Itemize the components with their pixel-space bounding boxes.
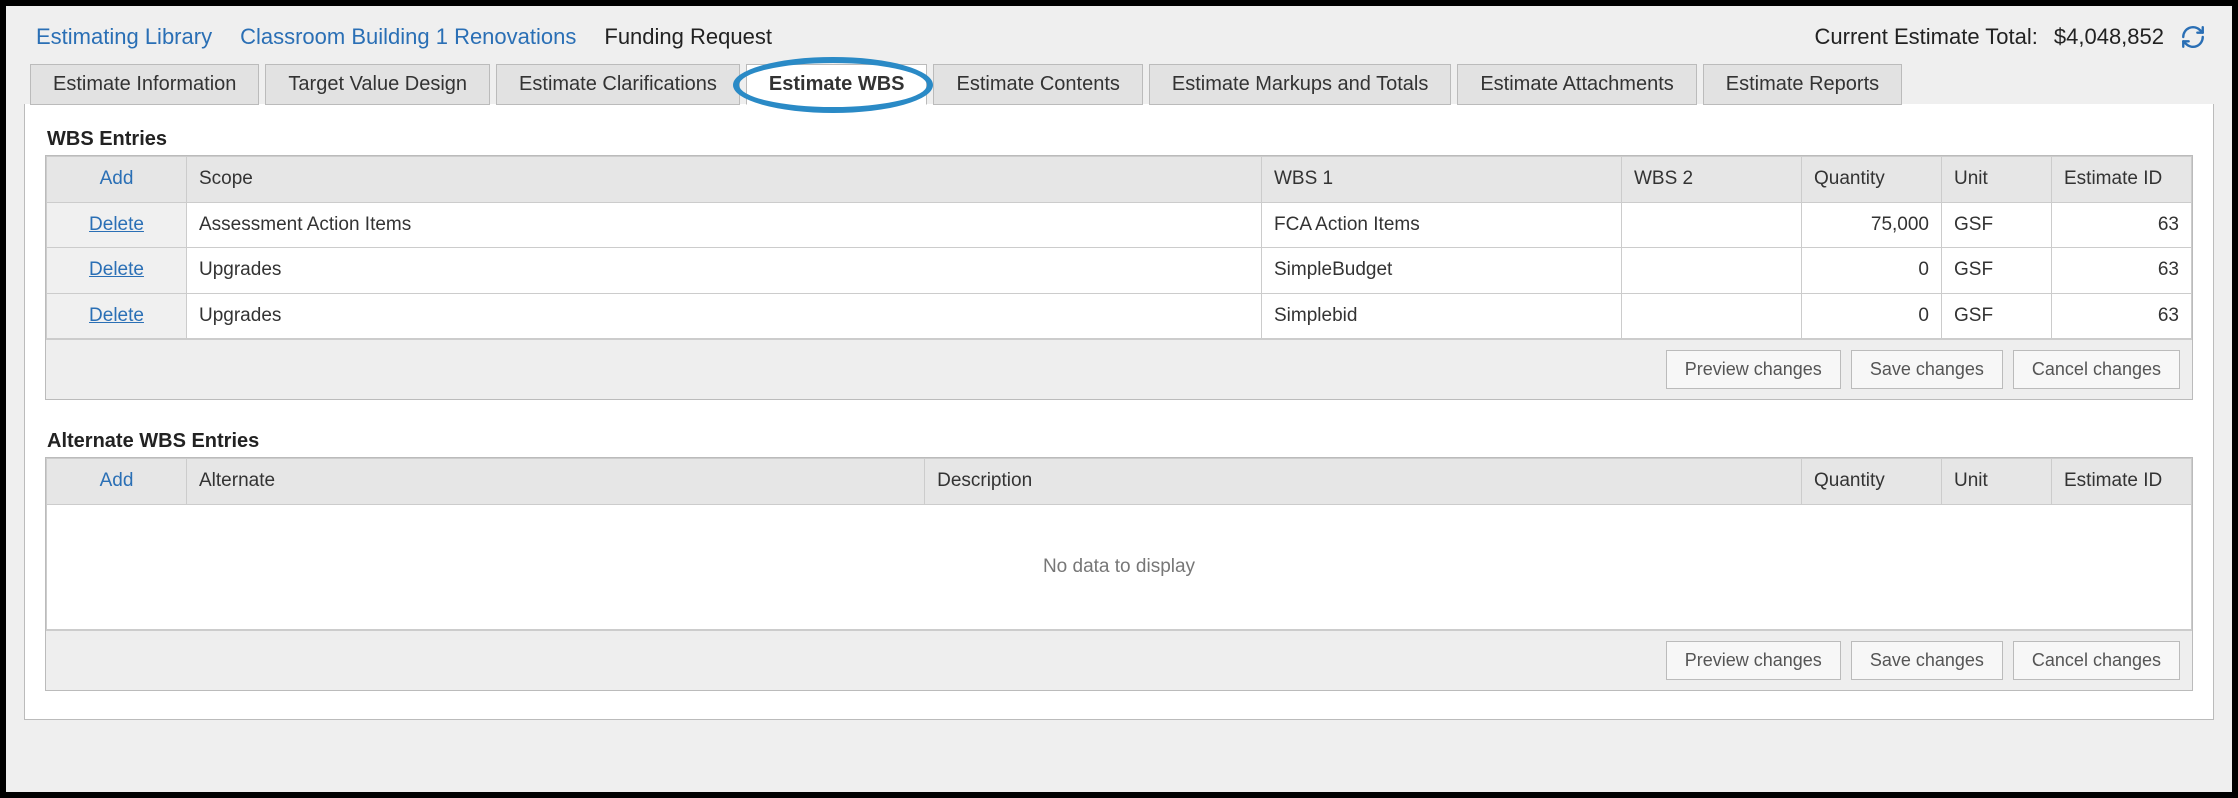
cell-scope[interactable]: Assessment Action Items [187,202,1262,248]
cell-unit[interactable]: GSF [1942,202,2052,248]
breadcrumb-page: Funding Request [604,24,772,50]
col-unit[interactable]: Unit [1942,157,2052,203]
tab-estimate-markups-totals[interactable]: Estimate Markups and Totals [1149,64,1451,105]
refresh-icon[interactable] [2180,24,2206,50]
table-row[interactable]: Delete Upgrades Simplebid 0 GSF 63 [47,293,2192,339]
cell-unit[interactable]: GSF [1942,248,2052,294]
alt-save-changes-button[interactable]: Save changes [1851,641,2003,680]
cell-wbs1[interactable]: FCA Action Items [1262,202,1622,248]
cell-wbs1[interactable]: Simplebid [1262,293,1622,339]
save-changes-button[interactable]: Save changes [1851,350,2003,389]
alt-cancel-changes-button[interactable]: Cancel changes [2013,641,2180,680]
cell-unit[interactable]: GSF [1942,293,2052,339]
tab-estimate-clarifications[interactable]: Estimate Clarifications [496,64,740,105]
cell-wbs2[interactable] [1622,293,1802,339]
preview-changes-button[interactable]: Preview changes [1666,350,1841,389]
cell-estimate-id[interactable]: 63 [2052,293,2192,339]
cell-scope[interactable]: Upgrades [187,293,1262,339]
tab-bar: Estimate Information Target Value Design… [24,64,2214,105]
tab-estimate-information[interactable]: Estimate Information [30,64,259,105]
breadcrumb: Estimating Library Classroom Building 1 … [24,20,2214,64]
col-alt-quantity[interactable]: Quantity [1802,459,1942,505]
empty-row: No data to display [47,504,2192,630]
estimate-total-value: $4,048,852 [2054,24,2164,50]
tab-estimate-attachments[interactable]: Estimate Attachments [1457,64,1696,105]
cell-quantity[interactable]: 75,000 [1802,202,1942,248]
alt-add-button[interactable]: Add [100,470,134,491]
tab-estimate-contents[interactable]: Estimate Contents [933,64,1142,105]
col-estimate-id[interactable]: Estimate ID [2052,157,2192,203]
cell-quantity[interactable]: 0 [1802,293,1942,339]
col-alt-unit[interactable]: Unit [1942,459,2052,505]
col-wbs2[interactable]: WBS 2 [1622,157,1802,203]
breadcrumb-project-link[interactable]: Classroom Building 1 Renovations [240,24,576,50]
empty-message: No data to display [47,504,2192,630]
col-alternate[interactable]: Alternate [187,459,925,505]
cell-quantity[interactable]: 0 [1802,248,1942,294]
wbs-entries-title: WBS Entries [47,128,2193,151]
breadcrumb-library-link[interactable]: Estimating Library [36,24,212,50]
cell-wbs2[interactable] [1622,248,1802,294]
cell-scope[interactable]: Upgrades [187,248,1262,294]
cell-wbs2[interactable] [1622,202,1802,248]
alt-wbs-entries-title: Alternate WBS Entries [47,430,2193,453]
tab-estimate-wbs-label: Estimate WBS [769,73,905,95]
delete-button[interactable]: Delete [89,259,144,280]
wbs-entries-grid: Add Scope WBS 1 WBS 2 Quantity Unit Esti… [45,155,2193,400]
alt-wbs-entries-grid: Add Alternate Description Quantity Unit … [45,457,2193,691]
table-row[interactable]: Delete Assessment Action Items FCA Actio… [47,202,2192,248]
cell-estimate-id[interactable]: 63 [2052,248,2192,294]
delete-button[interactable]: Delete [89,305,144,326]
tab-estimate-wbs[interactable]: Estimate WBS [746,64,928,105]
tab-target-value-design[interactable]: Target Value Design [265,64,490,105]
estimate-total-label: Current Estimate Total: [1815,24,2038,50]
cell-estimate-id[interactable]: 63 [2052,202,2192,248]
table-row[interactable]: Delete Upgrades SimpleBudget 0 GSF 63 [47,248,2192,294]
col-quantity[interactable]: Quantity [1802,157,1942,203]
col-alt-estimate-id[interactable]: Estimate ID [2052,459,2192,505]
alt-preview-changes-button[interactable]: Preview changes [1666,641,1841,680]
cancel-changes-button[interactable]: Cancel changes [2013,350,2180,389]
col-scope[interactable]: Scope [187,157,1262,203]
cell-wbs1[interactable]: SimpleBudget [1262,248,1622,294]
tab-estimate-reports[interactable]: Estimate Reports [1703,64,1902,105]
wbs-add-button[interactable]: Add [100,168,134,189]
col-wbs1[interactable]: WBS 1 [1262,157,1622,203]
col-description[interactable]: Description [925,459,1802,505]
delete-button[interactable]: Delete [89,214,144,235]
